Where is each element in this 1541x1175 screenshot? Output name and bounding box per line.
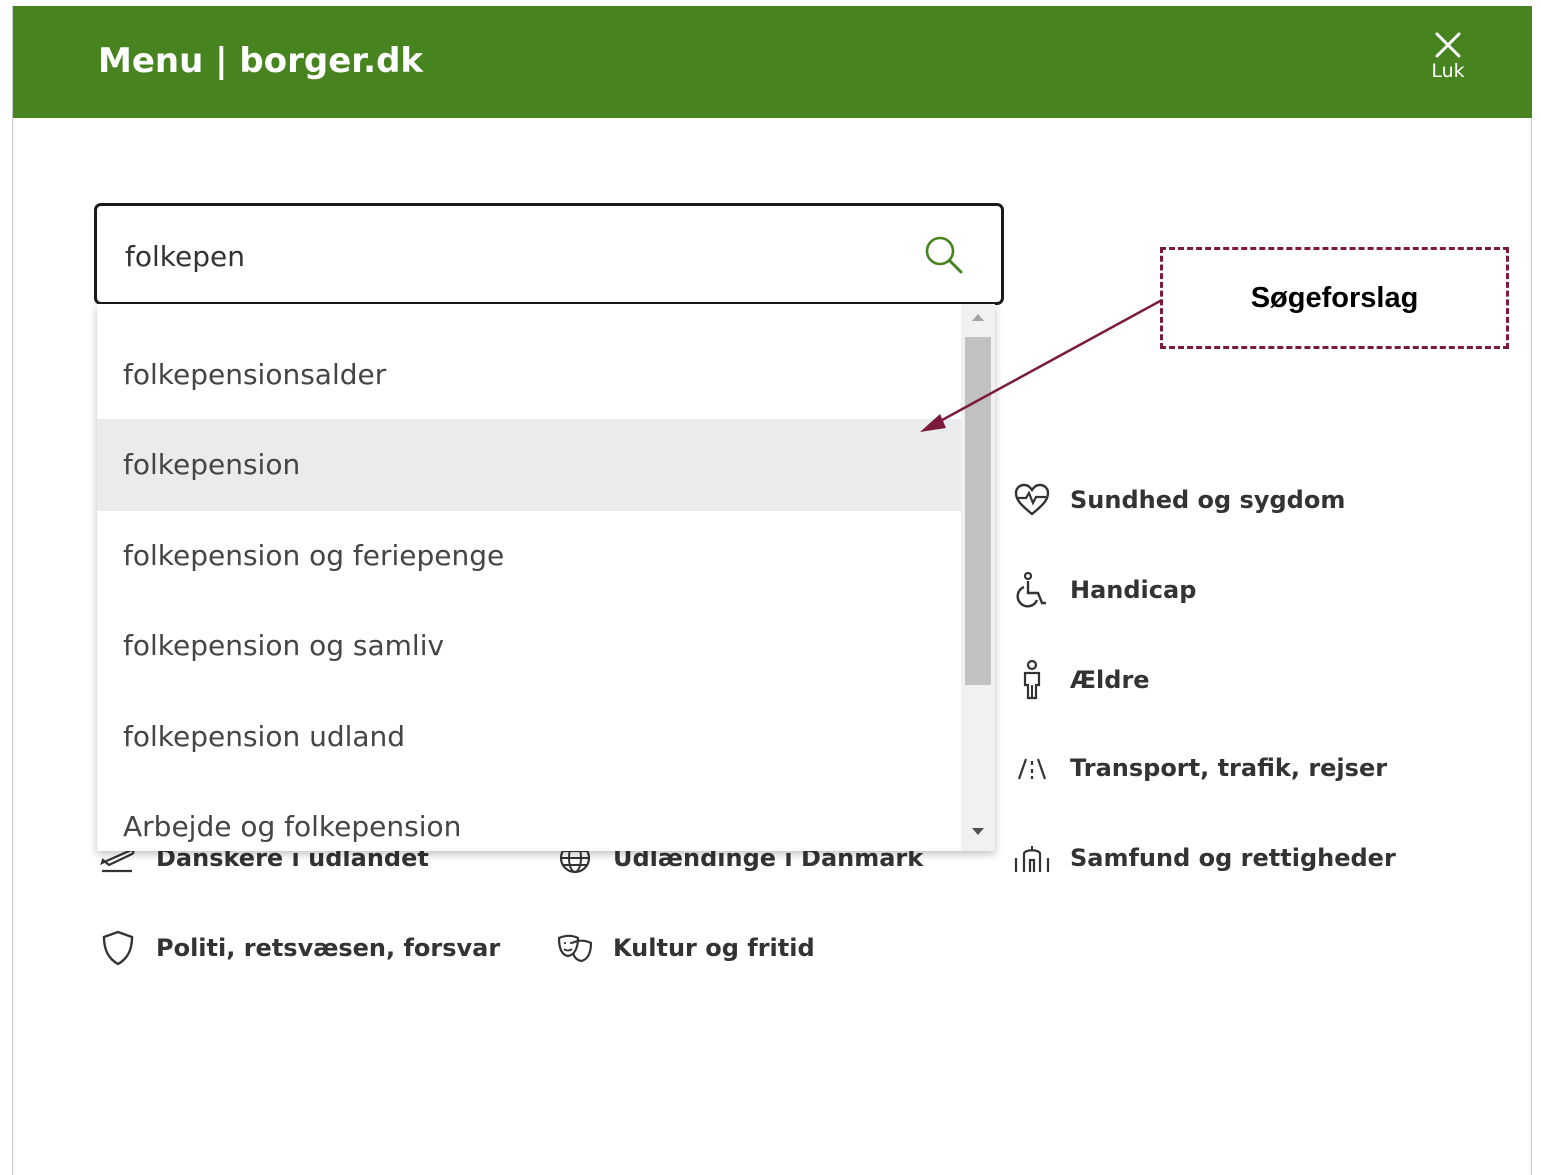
category-label: Transport, trafik, rejser bbox=[1070, 754, 1388, 782]
category-label: Kultur og fritid bbox=[613, 934, 815, 962]
suggestion-item[interactable]: folkepension og feriepenge bbox=[97, 510, 961, 602]
category-label: Ældre bbox=[1070, 666, 1150, 694]
suggestion-item-highlighted[interactable]: folkepension bbox=[97, 419, 961, 511]
category-aeldre[interactable]: Ældre bbox=[1012, 660, 1150, 700]
shield-icon bbox=[98, 930, 138, 966]
search-suggestions-dropdown: folkepensionsalder folkepension folkepen… bbox=[97, 304, 995, 851]
close-label: Luk bbox=[1431, 60, 1465, 82]
category-transport[interactable]: Transport, trafik, rejser bbox=[1012, 750, 1387, 786]
category-handicap[interactable]: Handicap bbox=[1012, 572, 1196, 608]
suggestion-item[interactable]: folkepension og samliv bbox=[97, 600, 961, 692]
search-input[interactable] bbox=[125, 234, 885, 278]
category-sundhed-og-sygdom[interactable]: Sundhed og sygdom bbox=[1012, 482, 1345, 518]
scroll-up-arrow-icon[interactable] bbox=[972, 314, 984, 321]
wheelchair-icon bbox=[1012, 572, 1052, 608]
annotation-callout: Søgeforslag bbox=[1160, 247, 1509, 349]
annotation-label: Søgeforslag bbox=[1250, 281, 1419, 314]
dropdown-scrollbar[interactable] bbox=[961, 304, 995, 851]
close-button[interactable]: Luk bbox=[1423, 30, 1473, 102]
category-politi[interactable]: Politi, retsvæsen, forsvar bbox=[98, 930, 500, 966]
search-box bbox=[94, 203, 1004, 305]
theater-masks-icon bbox=[555, 930, 595, 966]
suggestion-item[interactable]: folkepensionsalder bbox=[97, 329, 961, 421]
parliament-building-icon bbox=[1012, 840, 1052, 876]
category-label: Sundhed og sygdom bbox=[1070, 486, 1346, 514]
scroll-down-arrow-icon[interactable] bbox=[972, 828, 984, 835]
suggestion-item[interactable]: Arbejde og folkepension bbox=[97, 781, 961, 851]
close-icon bbox=[1435, 32, 1461, 58]
menu-header: Menu | borger.dk Luk bbox=[13, 6, 1532, 118]
category-label: Politi, retsvæsen, forsvar bbox=[156, 934, 501, 962]
category-samfund-og-rettigheder[interactable]: Samfund og rettigheder bbox=[1012, 840, 1396, 876]
suggestion-item[interactable]: folkepension udland bbox=[97, 691, 961, 783]
elderly-person-icon bbox=[1012, 660, 1052, 700]
heart-pulse-icon bbox=[1012, 482, 1052, 518]
category-label: Handicap bbox=[1070, 576, 1197, 604]
category-label: Samfund og rettigheder bbox=[1070, 844, 1396, 872]
category-kultur-og-fritid[interactable]: Kultur og fritid bbox=[555, 930, 815, 966]
menu-title: Menu | borger.dk bbox=[98, 41, 424, 81]
search-icon[interactable] bbox=[923, 234, 965, 281]
road-icon bbox=[1012, 750, 1052, 786]
scrollbar-thumb[interactable] bbox=[965, 337, 991, 685]
